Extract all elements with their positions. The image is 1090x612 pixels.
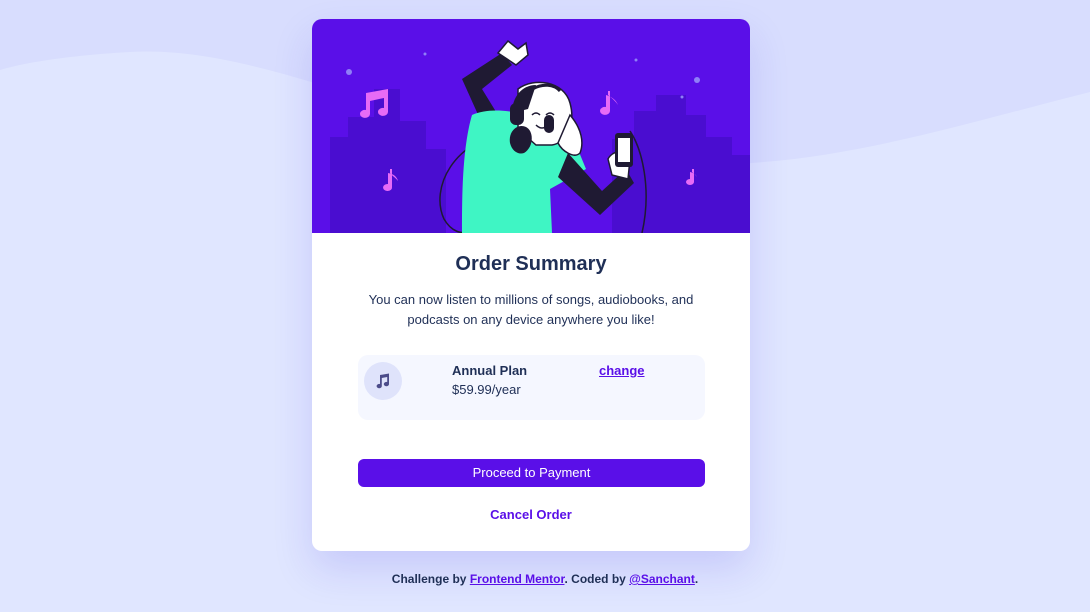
- card-title: Order Summary: [455, 253, 607, 275]
- attribution-prefix: Challenge by: [391, 572, 470, 586]
- proceed-to-payment-button[interactable]: Proceed to Payment: [358, 459, 705, 487]
- change-plan-link[interactable]: change: [599, 363, 645, 378]
- order-summary-card: Order Summary You can now listen to mill…: [312, 19, 750, 551]
- cancel-order-button[interactable]: Cancel Order: [312, 507, 750, 522]
- attribution-middle: . Coded by: [564, 572, 630, 586]
- card-description: You can now listen to millions of songs,…: [368, 292, 694, 327]
- hero-illustration: [312, 19, 750, 233]
- plan-price: $59.99/year: [452, 382, 521, 397]
- plan-summary: Annual Plan $59.99/year change: [358, 355, 705, 420]
- attribution-suffix: .: [694, 572, 699, 586]
- attribution: Challenge by Frontend Mentor. Coded by @…: [0, 572, 1090, 586]
- plan-name: Annual Plan: [452, 363, 528, 378]
- frontend-mentor-link[interactable]: Frontend Mentor: [470, 572, 565, 586]
- music-note-icon: [364, 362, 402, 400]
- author-link[interactable]: @Sanchant: [629, 572, 695, 586]
